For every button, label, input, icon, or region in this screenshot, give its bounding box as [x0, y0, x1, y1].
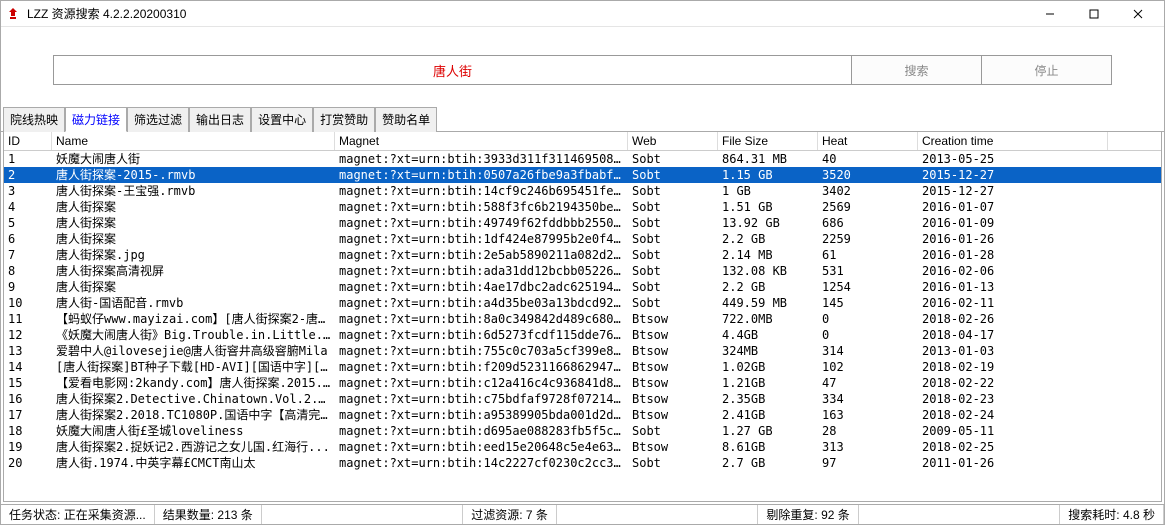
col-filesize[interactable]: File Size: [718, 132, 818, 150]
title-bar: LZZ 资源搜索 4.2.2.20200310: [1, 1, 1164, 27]
tab-2[interactable]: 筛选过滤: [127, 107, 189, 132]
table-row[interactable]: 9唐人街探案magnet:?xt=urn:btih:4ae17dbc2adc62…: [4, 279, 1161, 295]
table-row[interactable]: 16唐人街探案2.Detective.Chinatown.Vol.2.201..…: [4, 391, 1161, 407]
stop-button[interactable]: 停止: [982, 55, 1112, 85]
table-row[interactable]: 11【蚂蚁仔www.mayizai.com】[唐人街探案2-唐...magnet…: [4, 311, 1161, 327]
tab-bar: 院线热映磁力链接筛选过滤输出日志设置中心打赏赞助赞助名单: [1, 106, 1164, 132]
status-dup: 剔除重复: 92 条: [758, 505, 858, 524]
search-button[interactable]: 搜索: [852, 55, 982, 85]
search-bar: 搜索 停止: [1, 27, 1164, 105]
table-row[interactable]: 1妖魔大闹唐人街magnet:?xt=urn:btih:3933d311f311…: [4, 151, 1161, 167]
tab-5[interactable]: 打赏赞助: [313, 107, 375, 132]
search-input[interactable]: [53, 55, 852, 85]
table-row[interactable]: 4唐人街探案magnet:?xt=urn:btih:588f3fc6b21943…: [4, 199, 1161, 215]
grid-header: ID Name Magnet Web File Size Heat Creati…: [4, 132, 1161, 151]
tab-6[interactable]: 赞助名单: [375, 107, 437, 132]
grid-body[interactable]: 1妖魔大闹唐人街magnet:?xt=urn:btih:3933d311f311…: [4, 151, 1161, 501]
table-row[interactable]: 14[唐人街探案]BT种子下载[HD-AVI][国语中字][...magnet:…: [4, 359, 1161, 375]
col-web[interactable]: Web: [628, 132, 718, 150]
table-row[interactable]: 3唐人街探案-王宝强.rmvbmagnet:?xt=urn:btih:14cf9…: [4, 183, 1161, 199]
table-row[interactable]: 2唐人街探案-2015-.rmvbmagnet:?xt=urn:btih:050…: [4, 167, 1161, 183]
table-row[interactable]: 18妖魔大闹唐人街£圣城lovelinessmagnet:?xt=urn:bti…: [4, 423, 1161, 439]
table-row[interactable]: 6唐人街探案magnet:?xt=urn:btih:1df424e87995b2…: [4, 231, 1161, 247]
status-bar: 任务状态: 正在采集资源... 结果数量: 213 条 过滤资源: 7 条 剔除…: [1, 504, 1164, 524]
minimize-button[interactable]: [1028, 1, 1072, 27]
table-row[interactable]: 17唐人街探案2.2018.TC1080P.国语中字【高清完...magnet:…: [4, 407, 1161, 423]
table-row[interactable]: 20唐人街.1974.中英字幕£CMCT南山太magnet:?xt=urn:bt…: [4, 455, 1161, 471]
table-row[interactable]: 5唐人街探案magnet:?xt=urn:btih:49749f62fddbbb…: [4, 215, 1161, 231]
window-title: LZZ 资源搜索 4.2.2.20200310: [27, 5, 1028, 22]
table-row[interactable]: 7唐人街探案.jpgmagnet:?xt=urn:btih:2e5ab58902…: [4, 247, 1161, 263]
maximize-button[interactable]: [1072, 1, 1116, 27]
tab-1[interactable]: 磁力链接: [65, 107, 127, 132]
tab-0[interactable]: 院线热映: [3, 107, 65, 132]
table-row[interactable]: 19唐人街探案2.捉妖记2.西游记之女儿国.红海行...magnet:?xt=u…: [4, 439, 1161, 455]
app-window: LZZ 资源搜索 4.2.2.20200310 搜索 停止 院线热映磁力链接筛选…: [0, 0, 1165, 525]
app-icon: [5, 6, 21, 22]
col-creation[interactable]: Creation time: [918, 132, 1108, 150]
col-id[interactable]: ID: [4, 132, 52, 150]
results-grid: ID Name Magnet Web File Size Heat Creati…: [3, 131, 1162, 502]
col-magnet[interactable]: Magnet: [335, 132, 628, 150]
tab-3[interactable]: 输出日志: [189, 107, 251, 132]
status-results: 结果数量: 213 条: [155, 505, 262, 524]
table-row[interactable]: 8唐人街探案高清视屏magnet:?xt=urn:btih:ada31dd12b…: [4, 263, 1161, 279]
close-button[interactable]: [1116, 1, 1160, 27]
col-heat[interactable]: Heat: [818, 132, 918, 150]
status-task: 任务状态: 正在采集资源...: [1, 505, 155, 524]
table-row[interactable]: 13爱碧中人@ilovesejie@唐人街窨井高级窨腑Milamagnet:?x…: [4, 343, 1161, 359]
col-name[interactable]: Name: [52, 132, 335, 150]
table-row[interactable]: 15【爱看电影网:2kandy.com】唐人街探案.2015...magnet:…: [4, 375, 1161, 391]
table-row[interactable]: 10唐人街-国语配音.rmvbmagnet:?xt=urn:btih:a4d35…: [4, 295, 1161, 311]
status-filtered: 过滤资源: 7 条: [463, 505, 557, 524]
tab-4[interactable]: 设置中心: [251, 107, 313, 132]
table-row[interactable]: 12《妖魔大闹唐人街》Big.Trouble.in.Little.C...mag…: [4, 327, 1161, 343]
status-time: 搜索耗时: 4.8 秒: [1060, 505, 1164, 524]
